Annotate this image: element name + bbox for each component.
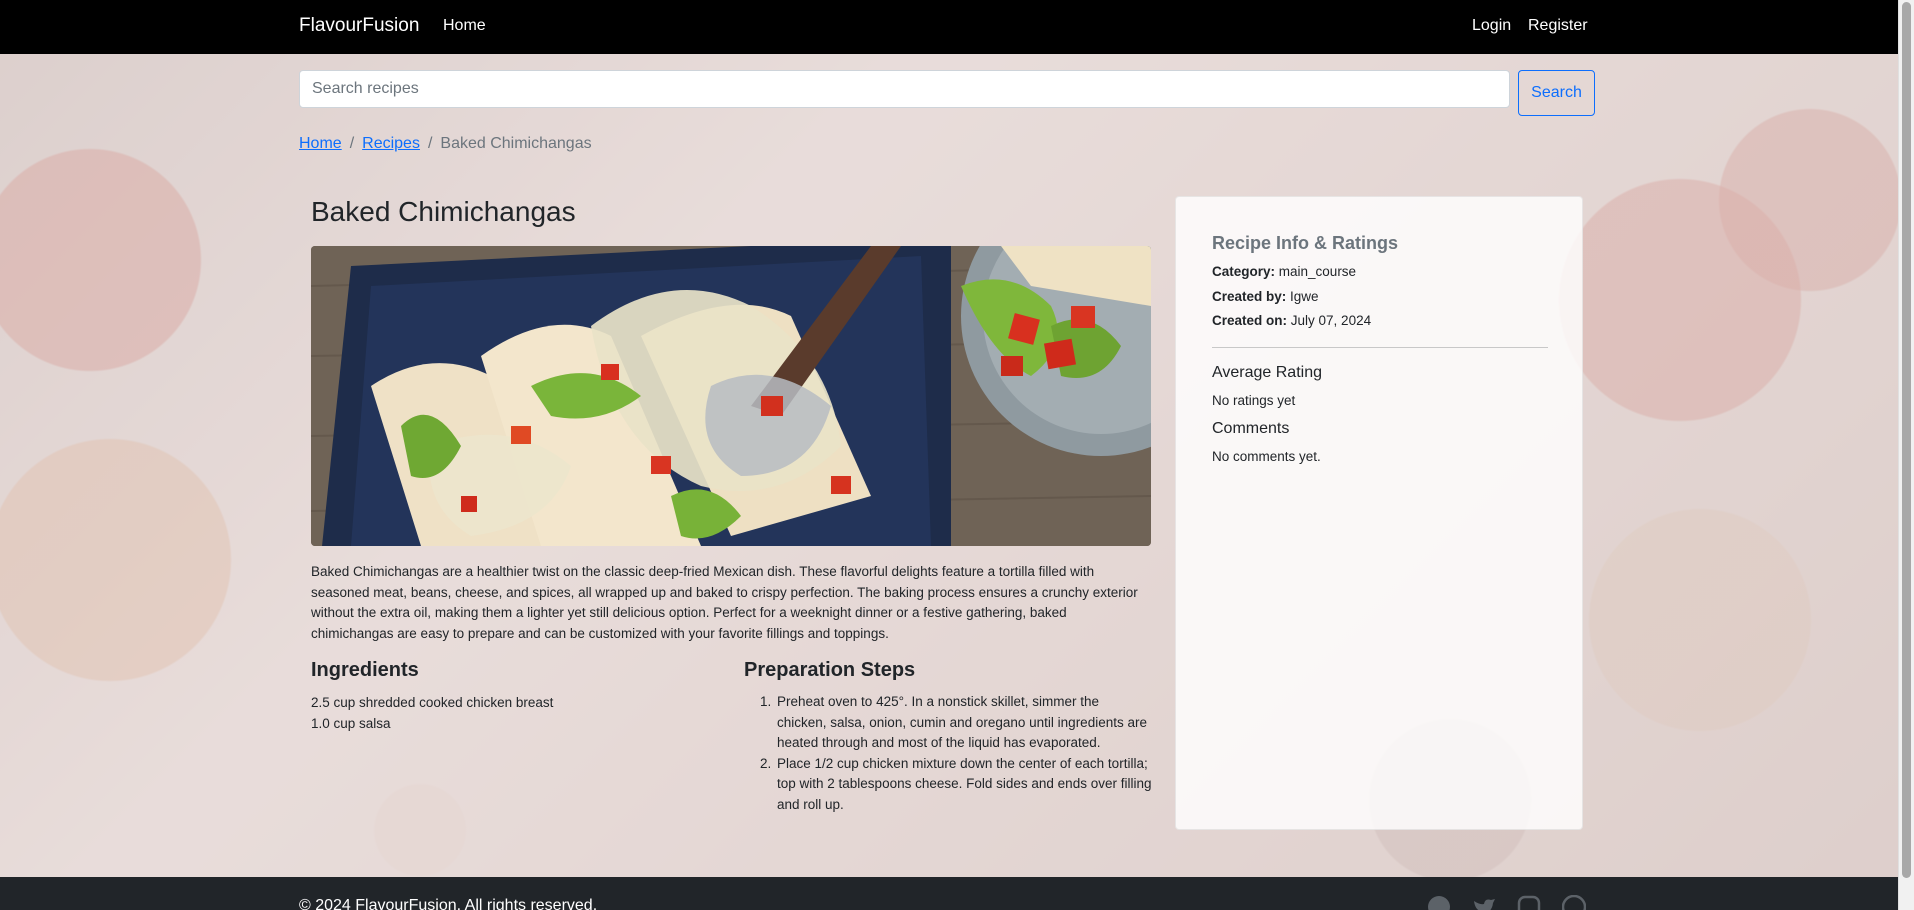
recipe-image bbox=[311, 246, 1151, 546]
footer-copyright: © 2024 FlavourFusion. All rights reserve… bbox=[299, 897, 598, 910]
created-on-label: Created on: bbox=[1212, 313, 1288, 328]
category-line: Category: main_course bbox=[1212, 264, 1356, 279]
brand-logo[interactable]: FlavourFusion bbox=[299, 15, 419, 37]
info-divider bbox=[1212, 347, 1548, 348]
info-card-title: Recipe Info & Ratings bbox=[1212, 233, 1399, 253]
preparation-steps-heading: Preparation Steps bbox=[744, 659, 916, 681]
breadcrumb-home-link[interactable]: Home bbox=[299, 135, 342, 153]
navbar: FlavourFusion Home Login Register bbox=[0, 0, 1898, 54]
created-by-label: Created by: bbox=[1212, 289, 1287, 304]
nav-login-link[interactable]: Login bbox=[1472, 17, 1511, 35]
footer: © 2024 FlavourFusion. All rights reserve… bbox=[0, 877, 1898, 910]
nav-home-link[interactable]: Home bbox=[443, 17, 486, 35]
ingredient-item: 2.5 cup shredded cooked chicken breast bbox=[311, 695, 554, 710]
breadcrumb-current: Baked Chimichangas bbox=[440, 135, 592, 152]
search-button[interactable]: Search bbox=[1518, 70, 1595, 116]
breadcrumb-separator: / bbox=[349, 135, 355, 152]
breadcrumb: Home / Recipes / Baked Chimichangas bbox=[299, 135, 592, 153]
recipe-info-card: Recipe Info & Ratings Category: main_cou… bbox=[1175, 196, 1583, 830]
pinterest-icon[interactable] bbox=[1562, 895, 1586, 910]
breadcrumb-recipes-link[interactable]: Recipes bbox=[362, 135, 420, 153]
comments-heading: Comments bbox=[1212, 420, 1290, 437]
recipe-photo-illustration bbox=[311, 246, 1151, 546]
search-input[interactable]: Search recipes bbox=[299, 70, 1510, 108]
preparation-steps-list: Preheat oven to 425°. In a nonstick skil… bbox=[744, 692, 1152, 815]
ingredient-item: 1.0 cup salsa bbox=[311, 716, 391, 731]
ingredients-heading: Ingredients bbox=[311, 659, 419, 681]
category-label: Category: bbox=[1212, 264, 1276, 279]
created-by-value: Igwe bbox=[1290, 289, 1319, 304]
created-on-value: July 07, 2024 bbox=[1290, 313, 1372, 328]
nav-register-link[interactable]: Register bbox=[1528, 17, 1588, 35]
twitter-icon[interactable] bbox=[1472, 895, 1496, 910]
instagram-icon[interactable] bbox=[1517, 895, 1541, 910]
average-rating-text: No ratings yet bbox=[1212, 393, 1296, 408]
recipe-description: Baked Chimichangas are a healthier twist… bbox=[311, 564, 1138, 641]
step-item: Place 1/2 cup chicken mixture down the c… bbox=[775, 754, 1152, 816]
created-by-line: Created by: Igwe bbox=[1212, 289, 1319, 304]
step-item: Preheat oven to 425°. In a nonstick skil… bbox=[775, 692, 1152, 754]
recipe-title: Baked Chimichangas bbox=[311, 196, 576, 227]
breadcrumb-separator: / bbox=[427, 135, 433, 152]
scrollbar[interactable] bbox=[1898, 0, 1914, 910]
category-value: main_course bbox=[1278, 264, 1357, 279]
ingredients-list: 2.5 cup shredded cooked chicken breast 1… bbox=[311, 692, 553, 734]
facebook-icon[interactable] bbox=[1427, 895, 1451, 910]
scrollbar-thumb[interactable] bbox=[1902, 2, 1911, 878]
comments-text: No comments yet. bbox=[1212, 449, 1321, 464]
average-rating-heading: Average Rating bbox=[1212, 364, 1322, 381]
created-on-line: Created on: July 07, 2024 bbox=[1212, 313, 1371, 328]
